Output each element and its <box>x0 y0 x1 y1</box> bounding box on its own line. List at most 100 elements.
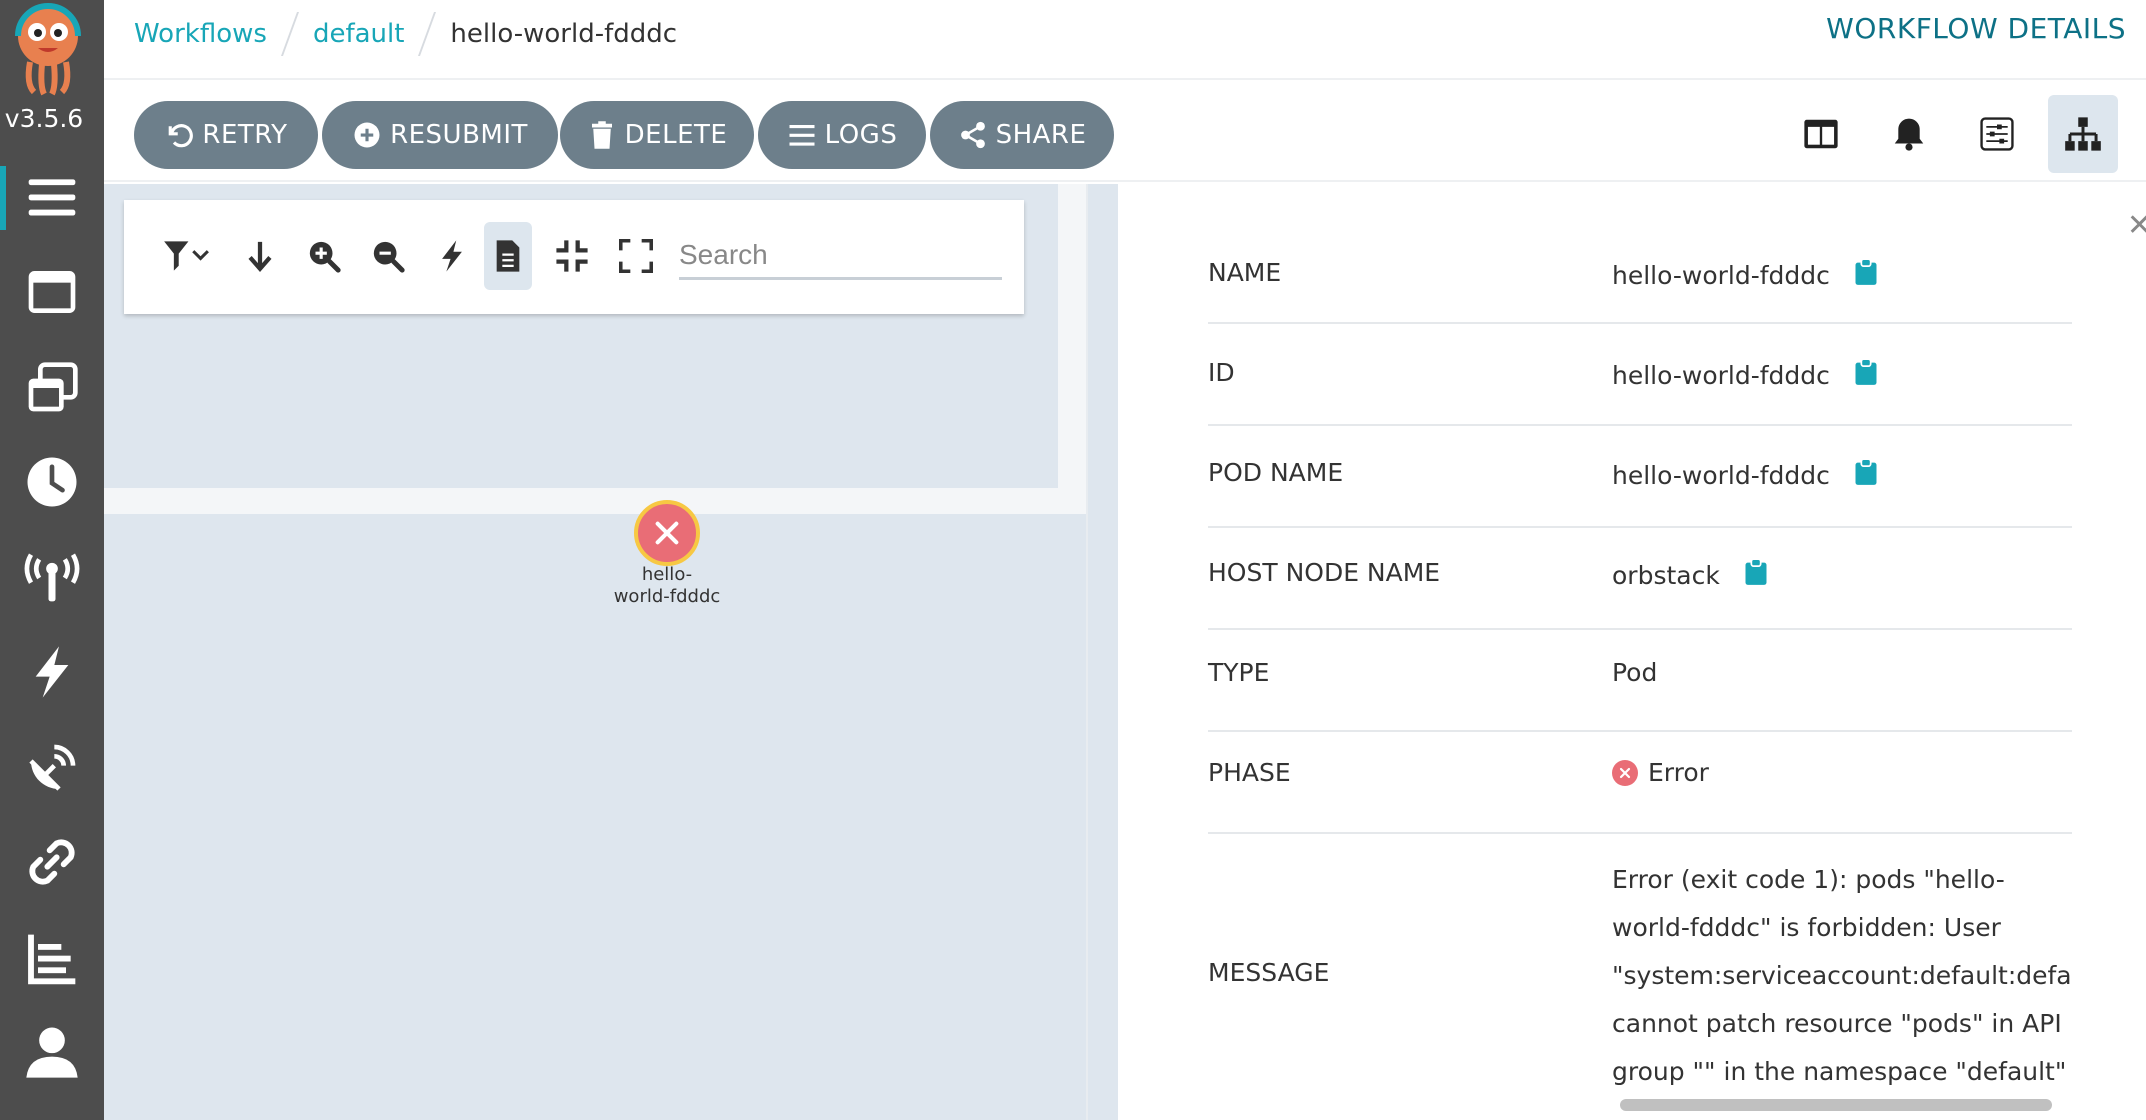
sidebar: v3.5.6 <box>0 0 104 1120</box>
resubmit-label: RESUBMIT <box>390 120 528 150</box>
details-panel: ✕ NAME hello-world-fdddc ID hello-world-… <box>1118 184 2146 1120</box>
detail-row-phase: PHASE Error <box>1208 734 2072 834</box>
phase-value: Error <box>1648 758 1709 787</box>
user-icon[interactable] <box>0 1004 104 1100</box>
detail-value: hello-world-fdddc <box>1612 358 1878 392</box>
breadcrumb: Workflows default hello-world-fdddc <box>134 12 677 56</box>
node-label-line: hello- <box>641 564 693 585</box>
page-header: Workflows default hello-world-fdddc WORK… <box>104 0 2146 80</box>
message-line: "system:serviceaccount:default:default" <box>1612 961 2072 990</box>
logs-button[interactable]: LOGS <box>758 101 926 169</box>
clipboard-icon[interactable] <box>1854 458 1878 492</box>
expand-icon[interactable] <box>612 232 660 280</box>
share-label: SHARE <box>995 120 1087 150</box>
hierarchy-icon[interactable] <box>2048 95 2118 173</box>
node-label: hello- world-fdddc <box>594 564 740 608</box>
graph-search-input[interactable] <box>679 232 1002 280</box>
detail-key: HOST NODE NAME <box>1208 558 1441 587</box>
clipboard-icon[interactable] <box>1744 558 1768 592</box>
close-panel-icon[interactable]: ✕ <box>2127 208 2146 243</box>
undo-icon <box>169 124 194 148</box>
bell-icon[interactable] <box>1874 95 1944 173</box>
version-label: v3.5.6 <box>4 104 84 133</box>
detail-key: TYPE <box>1208 658 1270 687</box>
detail-value: orbstack <box>1612 558 1768 592</box>
share-icon <box>960 121 985 149</box>
sliders-icon[interactable] <box>1962 95 2032 173</box>
detail-value: hello-world-fdddc <box>1612 458 1878 492</box>
logs-label: LOGS <box>824 120 898 150</box>
trash-icon <box>591 121 612 149</box>
workflow-toolbar: RETRY RESUBMIT DELETE LOGS SHARE <box>104 80 2146 182</box>
node-label-line: world-fdddc <box>613 586 721 607</box>
delete-label: DELETE <box>624 120 728 150</box>
detail-row-id: ID hello-world-fdddc <box>1208 326 2072 426</box>
retry-button[interactable]: RETRY <box>134 101 318 169</box>
detail-value: Pod <box>1612 658 1657 687</box>
message-line: group "" in the namespace "default" <box>1612 1057 2067 1086</box>
clipboard-icon[interactable] <box>1854 258 1878 292</box>
hamburger-icon[interactable] <box>0 150 104 246</box>
detail-key: ID <box>1208 358 1235 387</box>
retry-label: RETRY <box>202 120 288 150</box>
stacked-windows-icon[interactable] <box>0 340 104 436</box>
detail-value-text: Pod <box>1612 658 1658 687</box>
satellite-dish-icon[interactable] <box>0 720 104 816</box>
detail-value: hello-world-fdddc <box>1612 258 1878 292</box>
argo-logo[interactable] <box>8 0 88 96</box>
graph-divider <box>104 488 1086 514</box>
workflow-node[interactable] <box>634 500 700 566</box>
window-icon[interactable] <box>0 244 104 340</box>
detail-value: Error <box>1612 758 1709 787</box>
delete-button[interactable]: DELETE <box>560 101 754 169</box>
clock-icon[interactable] <box>0 434 104 530</box>
error-status-icon <box>1612 759 1638 786</box>
detail-key: POD NAME <box>1208 458 1344 487</box>
bar-chart-icon[interactable] <box>0 910 104 1006</box>
detail-key: PHASE <box>1208 758 1291 787</box>
panel-splitter[interactable] <box>1086 184 1118 1120</box>
close-icon <box>655 521 679 545</box>
message-scrollbar[interactable] <box>1612 1092 2072 1118</box>
detail-value-text: hello-world-fdddc <box>1612 360 1830 390</box>
message-line: world-fdddc" is forbidden: User <box>1612 913 2001 942</box>
broadcast-tower-icon[interactable] <box>0 530 104 626</box>
detail-row-type: TYPE Pod <box>1208 632 2072 732</box>
message-line: cannot patch resource "pods" in API <box>1612 1009 2062 1038</box>
compress-icon[interactable] <box>548 232 596 280</box>
detail-row-name: NAME hello-world-fdddc <box>1208 224 2072 324</box>
detail-row-message: MESSAGE Error (exit code 1): pods "hello… <box>1208 836 2072 1120</box>
scrollbar-thumb[interactable] <box>1620 1099 2052 1111</box>
bolt-icon[interactable] <box>428 232 476 280</box>
arrow-down-icon[interactable] <box>236 232 284 280</box>
graph-edge <box>1058 184 1086 488</box>
detail-row-host-node: HOST NODE NAME orbstack <box>1208 530 2072 630</box>
plus-circle-icon <box>354 122 380 148</box>
link-icon[interactable] <box>0 814 104 910</box>
graph-toolbar <box>124 200 1024 314</box>
page-title: WORKFLOW DETAILS <box>1826 12 2126 45</box>
breadcrumb-workflows[interactable]: Workflows <box>134 19 267 49</box>
zoom-out-icon[interactable] <box>364 232 412 280</box>
breadcrumb-separator <box>280 12 299 56</box>
detail-key: NAME <box>1208 258 1282 287</box>
detail-row-pod-name: POD NAME hello-world-fdddc <box>1208 428 2072 528</box>
lines-icon <box>789 125 815 146</box>
breadcrumb-current: hello-world-fdddc <box>450 19 678 49</box>
split-view-icon[interactable] <box>1786 95 1856 173</box>
share-button[interactable]: SHARE <box>930 101 1114 169</box>
file-icon[interactable] <box>484 222 532 290</box>
filter-icon[interactable] <box>156 232 216 280</box>
message-value: Error (exit code 1): pods "hello- world-… <box>1612 856 2072 1096</box>
message-line: Error (exit code 1): pods "hello- <box>1612 865 2005 894</box>
detail-value-text: hello-world-fdddc <box>1612 260 1830 290</box>
detail-value-text: orbstack <box>1612 560 1720 590</box>
breadcrumb-namespace[interactable]: default <box>313 19 404 49</box>
graph-pane: hello- world-fdddc <box>104 184 1086 1120</box>
clipboard-icon[interactable] <box>1854 358 1878 392</box>
resubmit-button[interactable]: RESUBMIT <box>322 101 558 169</box>
detail-key: MESSAGE <box>1208 958 1330 987</box>
zoom-in-icon[interactable] <box>300 232 348 280</box>
detail-value-text: hello-world-fdddc <box>1612 460 1830 490</box>
bolt-icon[interactable] <box>0 624 104 720</box>
